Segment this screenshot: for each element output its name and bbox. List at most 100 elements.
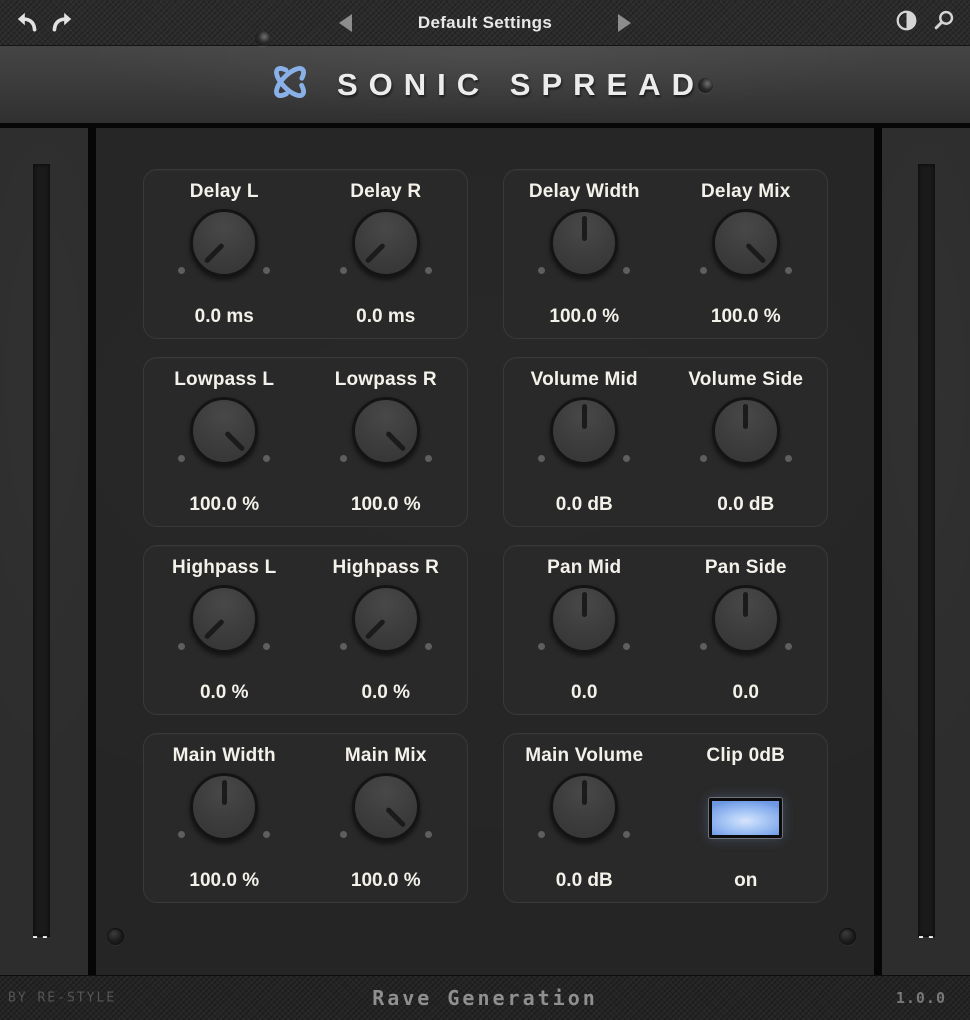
knob-control: Delay Mix 100.0 % [665,170,827,338]
control-label: Delay L [190,181,259,203]
control-group: Highpass L 0.0 % Highpass R 0.0 % [143,545,468,715]
knob-pointer [203,619,224,640]
magnifier-icon [932,9,955,37]
controls-panel: Delay L 0.0 ms Delay R 0.0 ms Delay Widt… [96,128,874,975]
magnify-button[interactable] [930,10,956,36]
knob-zone [681,209,811,281]
control-label: Highpass L [172,557,276,579]
control-value: 0.0 dB [556,494,613,516]
knob[interactable] [352,773,420,841]
header: SONIC SPREAD [0,46,970,123]
preset-name[interactable]: Default Settings [418,13,552,33]
previous-preset-icon[interactable] [339,14,352,32]
control-value: 0.0 [571,682,597,704]
knob-max-dot [785,455,792,462]
control-value: 0.0 % [200,682,249,704]
knob[interactable] [712,209,780,277]
knob-control: Highpass L 0.0 % [144,546,306,714]
control-value: 0.0 [733,682,759,704]
knob-pointer [365,619,386,640]
left-meter-panel: -- [0,128,88,975]
control-value: 0.0 % [361,682,410,704]
knob-zone [159,585,289,657]
control-label: Delay Width [529,181,640,203]
control-group: Delay L 0.0 ms Delay R 0.0 ms [143,169,468,339]
contrast-icon [895,9,918,37]
preset-navigator: Default Settings [0,0,970,46]
knob-max-dot [425,643,432,650]
control-label: Delay R [350,181,421,203]
knob[interactable] [190,209,258,277]
knob-max-dot [425,267,432,274]
control-value: 100.0 % [711,306,781,328]
knob-min-dot [700,267,707,274]
control-value: 100.0 % [351,494,421,516]
control-label: Delay Mix [701,181,790,203]
knob[interactable] [550,585,618,653]
control-label: Volume Side [688,369,803,391]
knob-pointer [365,243,386,264]
control-label: Volume Mid [531,369,638,391]
knob-min-dot [178,455,185,462]
control-value: 0.0 ms [356,306,415,328]
knob-min-dot [340,267,347,274]
knob[interactable] [712,585,780,653]
knob[interactable] [352,209,420,277]
right-divider [874,128,882,975]
knob-pointer [224,431,245,452]
knob-max-dot [785,267,792,274]
knob-zone [519,585,649,657]
knob-pointer [745,243,766,264]
knob[interactable] [712,397,780,465]
left-level-meter [33,164,50,937]
knob[interactable] [550,397,618,465]
control-value: on [734,870,757,892]
knob-control: Main Mix 100.0 % [305,734,467,902]
knob-pointer [582,780,587,805]
control-value: 0.0 dB [717,494,774,516]
knob[interactable] [190,773,258,841]
knob-pointer [222,780,227,805]
knob-control: Delay R 0.0 ms [305,170,467,338]
control-label: Lowpass R [335,369,437,391]
control-value: 0.0 ms [195,306,254,328]
next-preset-icon[interactable] [618,14,631,32]
knob-pointer [385,807,406,828]
knob[interactable] [352,585,420,653]
knob-min-dot [538,643,545,650]
right-meter-readout: -- [917,930,937,945]
knob-max-dot [263,455,270,462]
logo-icon [265,57,315,112]
control-label: Main Mix [345,745,427,767]
knob-zone [519,209,649,281]
contrast-button[interactable] [893,10,919,36]
knob-zone [321,209,451,281]
knob-min-dot [538,455,545,462]
control-label: Pan Mid [547,557,621,579]
knob[interactable] [190,585,258,653]
knob[interactable] [550,209,618,277]
knob-control: Pan Side 0.0 [665,546,827,714]
left-divider [88,128,96,975]
knob-max-dot [785,643,792,650]
control-group: Delay Width 100.0 % Delay Mix 100.0 % [503,169,828,339]
control-group: Main Volume 0.0 dB Clip 0dB on [503,733,828,903]
knob[interactable] [550,773,618,841]
control-label: Lowpass L [174,369,274,391]
developer-credit: BY RE-STYLE [8,991,116,1006]
knob-pointer [582,404,587,429]
knob-max-dot [263,831,270,838]
control-value: 100.0 % [549,306,619,328]
titlebar-tools [893,0,956,46]
control-value: 100.0 % [189,494,259,516]
screw-bottom-right [839,928,856,945]
control-label: Main Volume [525,745,643,767]
clip-toggle-button[interactable] [709,798,782,838]
version-label: 1.0.0 [896,989,946,1007]
product-name: Rave Generation [372,986,598,1010]
knob-pointer [582,592,587,617]
knob[interactable] [190,397,258,465]
knob[interactable] [352,397,420,465]
knob-pointer [582,216,587,241]
control-group: Pan Mid 0.0 Pan Side 0.0 [503,545,828,715]
